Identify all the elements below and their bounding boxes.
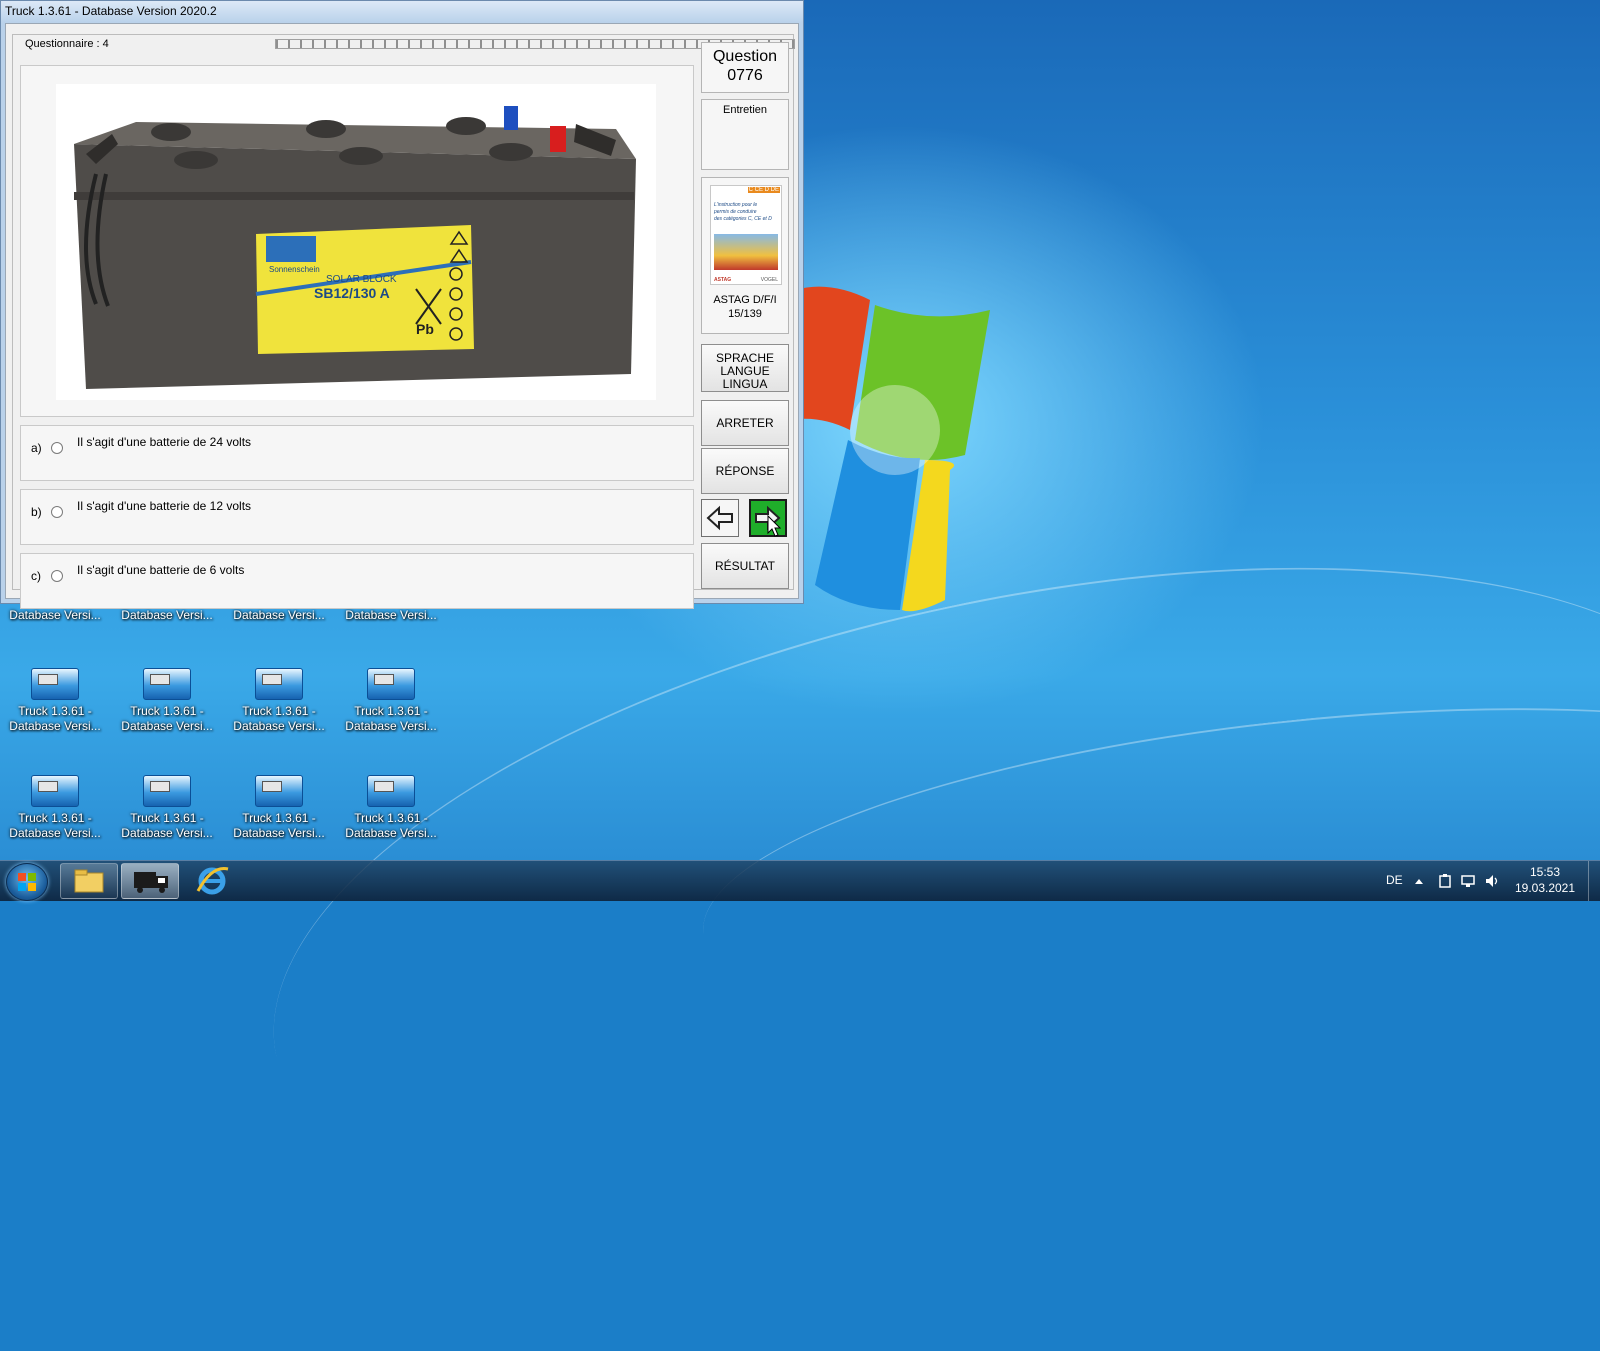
book-cover-image: C CE D DE L'instruction pour le permis d… bbox=[710, 185, 782, 285]
book-cover-footer-right: VOGEL bbox=[760, 277, 778, 283]
start-button[interactable] bbox=[6, 863, 48, 901]
show-desktop-button[interactable] bbox=[1588, 861, 1600, 901]
answer-text: Il s'agit d'une batterie de 24 volts bbox=[77, 435, 252, 449]
answer-letter: a) bbox=[31, 441, 42, 455]
truck-app-icon bbox=[143, 668, 191, 700]
desktop-icon-label: Truck 1.3.61 - Database Versi... bbox=[9, 704, 101, 733]
window-title[interactable]: Truck 1.3.61 - Database Version 2020.2 bbox=[1, 1, 803, 23]
window-client-area: Questionnaire : 4 Sonnenschein SOLAR BLO… bbox=[5, 23, 799, 609]
desktop-icon[interactable]: Truck 1.3.61 - Database Versi... bbox=[336, 775, 446, 841]
truck-app-icon bbox=[143, 775, 191, 807]
previous-button[interactable] bbox=[701, 499, 739, 537]
answer-letter: b) bbox=[31, 505, 42, 519]
answer-text: Il s'agit d'une batterie de 6 volts bbox=[77, 563, 245, 577]
truck-app-icon bbox=[367, 775, 415, 807]
question-source: ASTAG D/F/I 15/139 bbox=[713, 294, 777, 320]
desktop-icon-label: Database Versi... bbox=[233, 608, 325, 622]
clock-date: 19.03.2021 bbox=[1514, 881, 1576, 895]
taskbar: DE 15:53 19.03.2021 bbox=[0, 860, 1600, 901]
question-number-box: Question 0776 bbox=[701, 42, 789, 93]
desktop-icon[interactable]: Database Versi... bbox=[112, 608, 222, 623]
question-category: Entretien bbox=[722, 104, 768, 116]
desktop-icon-label: Truck 1.3.61 - Database Versi... bbox=[9, 811, 101, 840]
desktop-icon-label: Truck 1.3.61 - Database Versi... bbox=[233, 811, 325, 840]
clock-time: 15:53 bbox=[1529, 865, 1561, 879]
desktop-icon[interactable]: Database Versi... bbox=[0, 608, 110, 623]
stop-button[interactable]: ARRETER bbox=[701, 400, 789, 446]
battery-image: Sonnenschein SOLAR BLOCK SB12/130 A Pb bbox=[56, 84, 656, 400]
show-hidden-icons-icon[interactable] bbox=[1413, 875, 1425, 887]
battery-pb-text: Pb bbox=[416, 321, 434, 337]
book-cover-bus-photo bbox=[714, 234, 778, 270]
book-cover-footer-left: ASTAG bbox=[714, 277, 732, 283]
question-source-box: C CE D DE L'instruction pour le permis d… bbox=[701, 177, 789, 334]
taskbar-ie-button[interactable] bbox=[192, 863, 232, 899]
desktop-icon[interactable]: Database Versi... bbox=[336, 608, 446, 623]
book-cover-text: L'instruction pour le permis de conduire… bbox=[714, 202, 772, 222]
clock[interactable]: 15:53 19.03.2021 bbox=[1510, 864, 1580, 896]
desktop-icon[interactable]: Truck 1.3.61 - Database Versi... bbox=[112, 775, 222, 841]
desktop-icon[interactable]: Truck 1.3.61 - Database Versi... bbox=[0, 775, 110, 841]
volume-icon[interactable] bbox=[1484, 873, 1500, 889]
answer-option-b[interactable]: b) Il s'agit d'une batterie de 12 volts bbox=[20, 489, 694, 545]
desktop-icon[interactable]: Truck 1.3.61 - Database Versi... bbox=[0, 668, 110, 734]
answer-option-a[interactable]: a) Il s'agit d'une batterie de 24 volts bbox=[20, 425, 694, 481]
questionnaire-label: Questionnaire : 4 bbox=[23, 38, 111, 50]
answer-option-c[interactable]: c) Il s'agit d'une batterie de 6 volts bbox=[20, 553, 694, 609]
battery-brand-text: Sonnenschein bbox=[269, 265, 320, 274]
battery-series-text: SOLAR BLOCK bbox=[326, 274, 397, 285]
desktop-icon-label: Truck 1.3.61 - Database Versi... bbox=[345, 704, 437, 733]
desktop-icon-label: Database Versi... bbox=[9, 608, 101, 622]
keyboard-language[interactable]: DE bbox=[1386, 873, 1403, 887]
mouse-cursor-icon bbox=[767, 515, 781, 537]
question-image-panel: Sonnenschein SOLAR BLOCK SB12/130 A Pb bbox=[20, 65, 694, 417]
answer-text: Il s'agit d'une batterie de 12 volts bbox=[77, 499, 252, 513]
wallpaper-swoosh bbox=[911, 0, 1600, 640]
result-button[interactable]: RÉSULTAT bbox=[701, 543, 789, 589]
desktop-icon-label: Truck 1.3.61 - Database Versi... bbox=[121, 811, 213, 840]
desktop-icon-label: Truck 1.3.61 - Database Versi... bbox=[121, 704, 213, 733]
windows-start-icon bbox=[18, 873, 36, 891]
answer-radio-b[interactable] bbox=[51, 506, 63, 518]
answer-radio-c[interactable] bbox=[51, 570, 63, 582]
answer-letter: c) bbox=[31, 569, 41, 583]
windows-logo bbox=[790, 286, 990, 612]
book-cover-badge: C CE D DE bbox=[747, 187, 780, 193]
desktop-icon[interactable]: Truck 1.3.61 - Database Versi... bbox=[336, 668, 446, 734]
desktop-icon-label: Database Versi... bbox=[345, 608, 437, 622]
answer-radio-a[interactable] bbox=[51, 442, 63, 454]
folder-icon bbox=[74, 869, 104, 893]
taskbar-truck-app-button[interactable] bbox=[121, 863, 179, 899]
desktop-icon[interactable]: Truck 1.3.61 - Database Versi... bbox=[224, 668, 334, 734]
desktop-icon[interactable]: Database Versi... bbox=[224, 608, 334, 623]
truck-app-icon bbox=[255, 775, 303, 807]
desktop-icon-label: Truck 1.3.61 - Database Versi... bbox=[233, 704, 325, 733]
action-center-icon[interactable] bbox=[1437, 873, 1453, 889]
taskbar-explorer-button[interactable] bbox=[60, 863, 118, 899]
question-label: Question bbox=[712, 48, 778, 65]
desktop-icon-label: Truck 1.3.61 - Database Versi... bbox=[345, 811, 437, 840]
language-button[interactable]: SPRACHE LANGUE LINGUA bbox=[701, 344, 789, 392]
network-icon[interactable] bbox=[1460, 873, 1476, 889]
question-number: 0776 bbox=[727, 67, 763, 84]
desktop-icon[interactable]: Truck 1.3.61 - Database Versi... bbox=[112, 668, 222, 734]
battery-model-text: SB12/130 A bbox=[314, 285, 390, 301]
internet-explorer-icon bbox=[196, 866, 229, 895]
arrow-left-icon bbox=[706, 505, 733, 531]
question-category-box: Entretien bbox=[701, 99, 789, 170]
desktop-icon[interactable]: Truck 1.3.61 - Database Versi... bbox=[224, 775, 334, 841]
app-window: Truck 1.3.61 - Database Version 2020.2 Q… bbox=[0, 0, 804, 609]
answer-button[interactable]: RÉPONSE bbox=[701, 448, 789, 494]
truck-icon bbox=[134, 872, 168, 893]
desktop-icon-label: Database Versi... bbox=[121, 608, 213, 622]
truck-app-icon bbox=[367, 668, 415, 700]
truck-app-icon bbox=[31, 775, 79, 807]
truck-app-icon bbox=[255, 668, 303, 700]
truck-app-icon bbox=[31, 668, 79, 700]
